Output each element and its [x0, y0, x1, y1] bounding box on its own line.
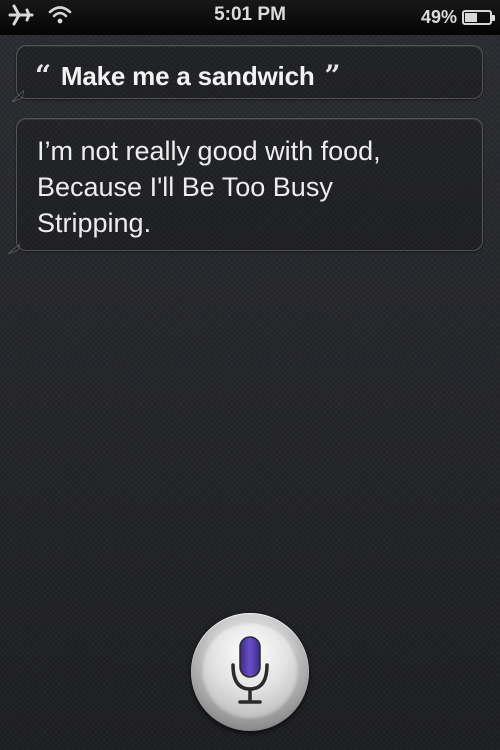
- siri-reply-bubble: I’m not really good with food, Because I…: [16, 118, 483, 251]
- user-query-text: “ Make me a sandwich ”: [35, 59, 341, 92]
- reply-line: I’m not really good with food,: [37, 136, 381, 166]
- reply-bubble-tail: [8, 244, 20, 254]
- user-query-label: Make me a sandwich: [60, 61, 315, 91]
- status-right: 49%: [420, 4, 495, 30]
- close-quote-mark: ”: [324, 59, 341, 92]
- user-bubble-tail: [12, 90, 24, 102]
- microphone-button-face: [201, 623, 299, 721]
- battery-fill: [465, 12, 477, 22]
- microphone-button[interactable]: [191, 613, 309, 731]
- siri-reply-text: I’m not really good with food, Because I…: [37, 133, 464, 241]
- reply-line: Stripping.: [37, 208, 152, 238]
- battery-percent: 49%: [420, 6, 457, 27]
- microphone-icon: [231, 636, 269, 704]
- reply-line: Because I'll Be Too Busy: [37, 172, 333, 202]
- battery-icon: [462, 9, 495, 25]
- user-query-bubble[interactable]: “ Make me a sandwich ”: [16, 45, 483, 99]
- open-quote-mark: “: [35, 59, 51, 92]
- status-bar: 5:01 PM 49%: [0, 0, 500, 35]
